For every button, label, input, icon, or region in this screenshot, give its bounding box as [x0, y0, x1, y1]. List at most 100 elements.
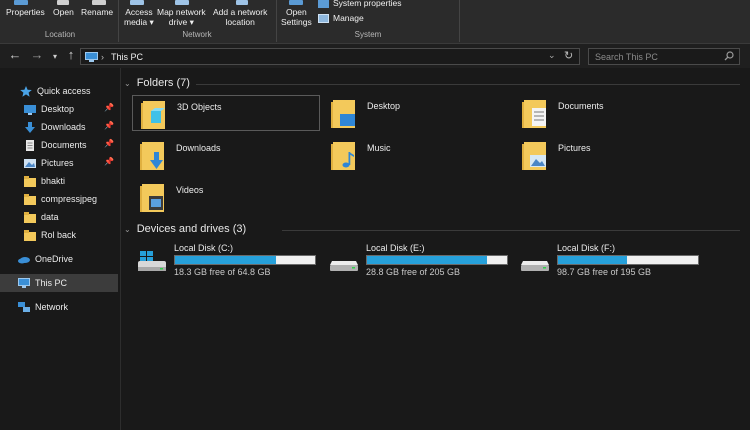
drive-c[interactable]: Local Disk (C:) 18.3 GB free of 64.8 GB	[132, 243, 320, 283]
ribbon-divider	[459, 0, 460, 42]
drives-section-header[interactable]: ⌄ Devices and drives (3)	[124, 223, 246, 235]
system-properties-label: System properties	[333, 0, 402, 8]
sidebar-item-pictures[interactable]: Pictures 📌	[0, 154, 118, 172]
folder-label: 3D Objects	[177, 102, 222, 112]
sidebar-item-label: Desktop	[41, 104, 75, 114]
properties-icon	[14, 0, 28, 5]
sidebar-item-downloads[interactable]: Downloads 📌	[0, 118, 118, 136]
address-dropdown-icon[interactable]: ⌄	[548, 50, 556, 61]
open-button[interactable]: Open	[53, 7, 74, 17]
address-bar[interactable]: › This PC ⌄ ↻	[80, 48, 580, 65]
collapse-chevron-icon[interactable]: ⌄	[124, 79, 131, 88]
map-network-drive-button[interactable]: Map network drive ▾	[157, 7, 206, 27]
pin-icon[interactable]: 📌	[104, 157, 114, 166]
sidebar-item-bhakti[interactable]: bhakti	[0, 172, 118, 190]
properties-button[interactable]: Properties	[6, 7, 45, 17]
videos-folder-icon	[140, 184, 164, 212]
3d-objects-folder-icon	[141, 101, 165, 129]
sidebar-item-onedrive[interactable]: OneDrive	[0, 250, 118, 268]
search-placeholder: Search This PC	[595, 52, 658, 62]
map-network-drive-icon	[175, 0, 189, 5]
sidebar-item-label: bhakti	[41, 176, 66, 186]
drive-usage-fill	[175, 256, 276, 264]
sidebar-item-label: Pictures	[41, 158, 74, 168]
sidebar-item-this-pc[interactable]: This PC	[0, 274, 118, 292]
sidebar-item-data[interactable]: data	[0, 208, 118, 226]
collapse-chevron-icon[interactable]: ⌄	[124, 225, 131, 234]
sidebar-item-label: Network	[35, 302, 69, 312]
folder-documents[interactable]: Documents	[514, 95, 702, 131]
folder-pictures[interactable]: Pictures	[514, 137, 702, 173]
breadcrumb-separator[interactable]: ›	[101, 52, 104, 62]
folder-label: Desktop	[367, 101, 401, 111]
access-media-button[interactable]: Access media ▾	[124, 7, 154, 27]
rename-icon	[92, 0, 106, 5]
star-icon	[20, 85, 32, 97]
up-arrow-icon[interactable]: ↑	[63, 48, 79, 62]
sidebar-item-documents[interactable]: Documents 📌	[0, 136, 118, 154]
recent-locations-chevron-icon[interactable]: ▾	[47, 50, 63, 64]
sidebar-item-desktop[interactable]: Desktop 📌	[0, 100, 118, 118]
drive-usage-fill	[367, 256, 488, 264]
folder-label: Music	[367, 143, 391, 153]
section-divider	[282, 230, 740, 231]
folder-3d-objects[interactable]: 3D Objects	[132, 95, 320, 131]
sidebar-item-label: Quick access	[37, 86, 91, 96]
add-network-location-icon	[236, 0, 248, 5]
access-media-icon	[130, 0, 144, 5]
open-settings-button[interactable]: Open Settings	[281, 7, 312, 27]
drive-f[interactable]: Local Disk (F:) 98.7 GB free of 195 GB	[515, 243, 703, 283]
drive-label: Local Disk (E:)	[366, 243, 425, 253]
folder-icon	[24, 175, 36, 187]
drive-e[interactable]: Local Disk (E:) 28.8 GB free of 205 GB	[324, 243, 512, 283]
settings-icon	[289, 0, 303, 5]
music-folder-icon	[331, 142, 355, 170]
search-box[interactable]: Search This PC	[588, 48, 740, 65]
add-location-label-2: location	[225, 17, 255, 27]
pin-icon[interactable]: 📌	[104, 139, 114, 148]
hard-drive-icon	[521, 261, 549, 271]
forward-arrow-icon[interactable]: →	[29, 48, 45, 62]
rename-button[interactable]: Rename	[81, 7, 113, 17]
downloads-icon	[24, 121, 36, 133]
sidebar-item-label: OneDrive	[35, 254, 74, 264]
system-properties-button[interactable]: System properties	[318, 0, 402, 8]
group-label-location: Location	[44, 30, 76, 39]
pin-icon[interactable]: 📌	[104, 121, 114, 130]
system-properties-icon	[318, 0, 329, 8]
breadcrumb-this-pc[interactable]: This PC	[111, 52, 143, 62]
sidebar-item-compressjpeg[interactable]: compressjpeg	[0, 190, 118, 208]
sidebar-item-quick-access[interactable]: Quick access	[0, 82, 118, 100]
documents-icon	[24, 139, 36, 151]
access-media-label-2: media ▾	[124, 17, 154, 27]
drive-label: Local Disk (C:)	[174, 243, 234, 253]
map-network-label-1: Map network	[157, 7, 206, 17]
manage-label: Manage	[333, 13, 364, 23]
add-network-location-button[interactable]: Add a network location	[213, 7, 267, 27]
pin-icon[interactable]: 📌	[104, 103, 114, 112]
sidebar-item-label: This PC	[35, 278, 68, 288]
map-network-label-2: drive ▾	[168, 17, 194, 27]
drive-usage-bar	[366, 255, 508, 265]
folder-downloads[interactable]: Downloads	[132, 137, 320, 173]
documents-folder-icon	[522, 100, 546, 128]
folder-desktop[interactable]: Desktop	[323, 95, 511, 131]
section-divider	[196, 84, 740, 85]
folder-videos[interactable]: Videos	[132, 179, 320, 215]
sidebar-item-label: Documents	[41, 140, 87, 150]
navigation-bar: ← → ▾ ↑ › This PC ⌄ ↻ Search This PC	[0, 44, 750, 68]
folder-music[interactable]: Music	[323, 137, 511, 173]
sidebar-item-network[interactable]: Network	[0, 298, 118, 316]
back-arrow-icon[interactable]: ←	[7, 48, 23, 62]
search-icon	[724, 51, 734, 61]
folders-section-header[interactable]: ⌄ Folders (7)	[124, 77, 190, 89]
sidebar-item-rol-back[interactable]: Rol back	[0, 226, 118, 244]
folder-icon	[24, 193, 36, 205]
manage-button[interactable]: Manage	[318, 13, 364, 23]
ribbon: Properties Open Rename Access media ▾ Ma…	[0, 0, 750, 44]
group-label-system: System	[354, 30, 382, 39]
refresh-icon[interactable]: ↻	[564, 49, 573, 62]
folders-heading: Folders (7)	[136, 77, 190, 89]
cloud-icon	[18, 254, 30, 265]
group-label-network: Network	[182, 30, 212, 39]
